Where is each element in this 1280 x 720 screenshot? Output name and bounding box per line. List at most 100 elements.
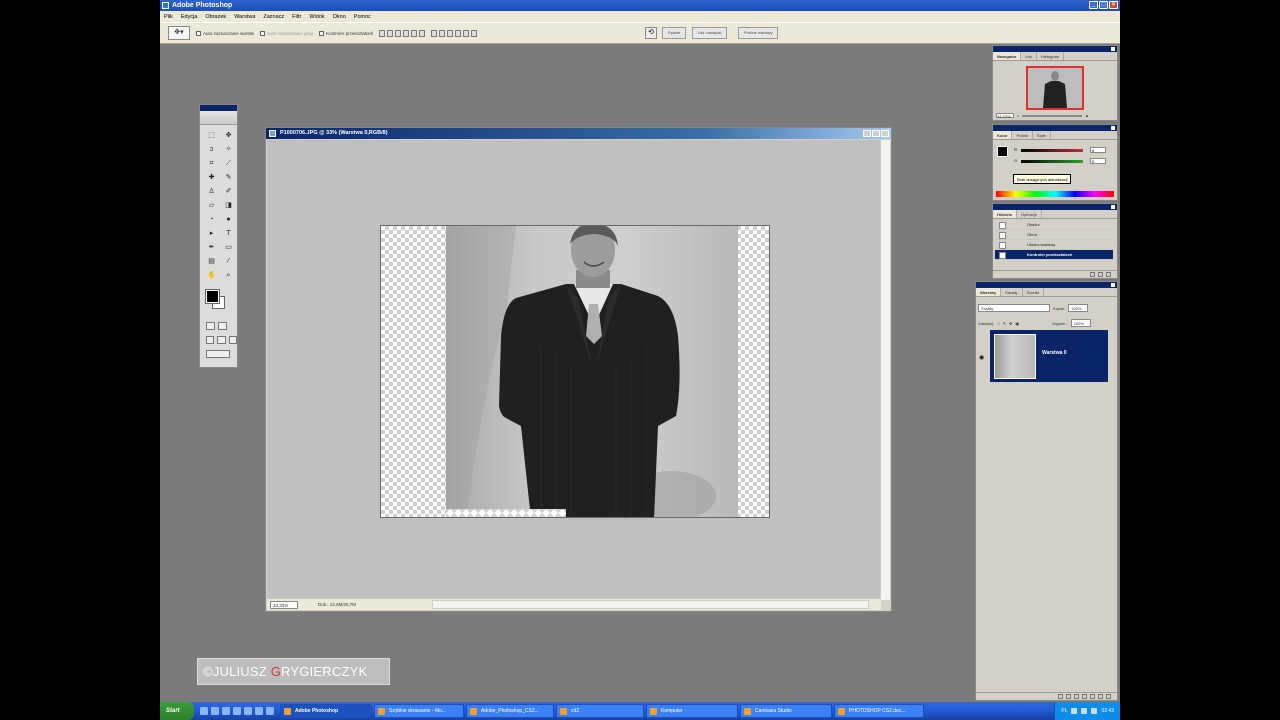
- lock-position-icon[interactable]: ✥: [1009, 321, 1012, 326]
- full-screen-icon[interactable]: [228, 336, 237, 344]
- history-item[interactable]: Obrót: [995, 230, 1113, 240]
- navigator-titlebar[interactable]: [993, 46, 1117, 52]
- navigator-zoom-field[interactable]: 33,33%: [996, 113, 1014, 119]
- close-icon[interactable]: [1111, 47, 1115, 51]
- blend-mode-select[interactable]: Zwykły: [978, 304, 1050, 312]
- imageready-icon[interactable]: [206, 350, 230, 358]
- tab-history[interactable]: Historia: [993, 210, 1017, 218]
- navigator-zoom-slider[interactable]: [1022, 114, 1083, 117]
- volume-icon[interactable]: [1091, 708, 1098, 714]
- dodge-tool-icon[interactable]: ●: [221, 213, 236, 226]
- navigator-thumbnail[interactable]: [1026, 66, 1084, 110]
- trash-icon[interactable]: [1106, 694, 1111, 699]
- dock-tab-brushes[interactable]: Pędzle: [662, 27, 687, 39]
- opacity-field[interactable]: 100%: [1068, 304, 1089, 312]
- dock-tab-layer-comps[interactable]: Próbne warstwy: [738, 27, 779, 39]
- go-to-bridge-icon[interactable]: ⟲: [645, 27, 657, 39]
- auto-select-checkbox[interactable]: Auto-zaznaczanie warstw: [196, 30, 254, 36]
- channel-r-slider[interactable]: [1021, 149, 1083, 152]
- new-layer-icon[interactable]: [1098, 694, 1103, 699]
- color-foreground-swatch[interactable]: [997, 146, 1008, 157]
- taskbar-item[interactable]: cd2: [556, 704, 644, 718]
- taskbar-item[interactable]: Adobe_Photoshop_CS2...: [466, 704, 554, 718]
- document-titlebar[interactable]: P1000706.JPG @ 33% (Warstwa 0,RGB/8): [266, 128, 891, 139]
- taskbar-item[interactable]: Komputer: [646, 704, 738, 718]
- distribute-buttons[interactable]: [431, 29, 478, 37]
- clone-stamp-tool-icon[interactable]: ♙: [204, 185, 219, 198]
- history-brush-tool-icon[interactable]: ✐: [221, 185, 236, 198]
- foreground-color-swatch[interactable]: [205, 289, 220, 304]
- gradient-tool-icon[interactable]: ◨: [221, 199, 236, 212]
- image-canvas[interactable]: [380, 225, 770, 518]
- healing-brush-tool-icon[interactable]: ✚: [204, 171, 219, 184]
- document-minimize-button[interactable]: [863, 130, 871, 137]
- show-transform-controls-checkbox[interactable]: Kontroler przekształceń: [319, 30, 373, 36]
- eyedropper-tool-icon[interactable]: ⁄: [221, 255, 236, 268]
- lock-image-icon[interactable]: ✎: [1003, 321, 1006, 326]
- magic-wand-tool-icon[interactable]: ✧: [221, 143, 236, 156]
- standard-screen-icon[interactable]: [206, 336, 215, 344]
- tab-navigator[interactable]: Nawigator: [993, 52, 1022, 60]
- close-icon[interactable]: [1111, 205, 1115, 209]
- toolbox-logo[interactable]: [200, 111, 237, 125]
- align-buttons[interactable]: [379, 29, 426, 37]
- eraser-tool-icon[interactable]: ▱: [204, 199, 219, 212]
- restore-button[interactable]: □: [1099, 1, 1108, 9]
- tab-color[interactable]: Kolor: [993, 131, 1013, 139]
- new-group-icon[interactable]: [1090, 694, 1095, 699]
- dock-tab-tool-presets[interactable]: Ust. narzędzi: [692, 27, 728, 39]
- history-item[interactable]: Otwórz: [995, 220, 1113, 230]
- zoom-level-field[interactable]: 33,33%: [270, 600, 298, 609]
- lasso-tool-icon[interactable]: ↄ: [204, 143, 219, 156]
- close-button[interactable]: ×: [1109, 1, 1118, 9]
- tab-info[interactable]: Info: [1021, 52, 1038, 60]
- taskbar-item[interactable]: Camtasia Studio: [740, 704, 832, 718]
- zoom-in-icon[interactable]: ▲: [1085, 113, 1089, 118]
- crop-tool-icon[interactable]: ⌗: [204, 157, 219, 170]
- app-icon[interactable]: [266, 707, 274, 715]
- menu-image[interactable]: Obrazek: [205, 14, 226, 20]
- lock-transparency-icon[interactable]: □: [997, 321, 999, 326]
- quick-mask-mode-icon[interactable]: [218, 322, 227, 330]
- eye-icon[interactable]: ◉: [979, 354, 984, 361]
- show-desktop-icon[interactable]: [200, 707, 208, 715]
- tab-histogram[interactable]: Histogram: [1037, 52, 1065, 60]
- tab-styles[interactable]: Style: [1033, 131, 1051, 139]
- menu-window[interactable]: Okno: [333, 14, 346, 20]
- lock-all-icon[interactable]: ▣: [1015, 321, 1019, 326]
- channel-g-value[interactable]: 0: [1090, 158, 1106, 164]
- channel-g-slider[interactable]: [1021, 160, 1083, 163]
- standard-mode-icon[interactable]: [206, 322, 215, 330]
- language-indicator[interactable]: PL: [1061, 708, 1067, 714]
- browser-icon[interactable]: [211, 707, 219, 715]
- taskbar-item[interactable]: Szybkie skrawanie - Mo...: [374, 704, 464, 718]
- layer-style-icon[interactable]: [1066, 694, 1071, 699]
- layer-row-selected[interactable]: Warstwa 0: [990, 330, 1108, 382]
- menu-edit[interactable]: Edycja: [181, 14, 198, 20]
- close-icon[interactable]: [1111, 283, 1115, 287]
- shape-tool-icon[interactable]: ▭: [221, 241, 236, 254]
- link-layers-icon[interactable]: [1058, 694, 1063, 699]
- history-titlebar[interactable]: [993, 204, 1117, 210]
- trash-icon[interactable]: [1106, 272, 1111, 277]
- menu-help[interactable]: Pomoc: [354, 14, 371, 20]
- history-item[interactable]: Utwórz warstwę: [995, 240, 1113, 250]
- channel-r-value[interactable]: 0: [1090, 147, 1106, 153]
- tab-actions[interactable]: Operacje: [1017, 210, 1043, 218]
- adjustment-layer-icon[interactable]: [1082, 694, 1087, 699]
- history-item-active[interactable]: Kontroler przekształceń: [995, 250, 1113, 260]
- pen-tool-icon[interactable]: ✒: [204, 241, 219, 254]
- tab-layers[interactable]: Warstwy: [976, 288, 1002, 296]
- tool-preset-picker[interactable]: ✥▾: [168, 26, 190, 40]
- color-ramp[interactable]: [996, 191, 1114, 197]
- start-button[interactable]: Start: [160, 702, 194, 720]
- menu-view[interactable]: Widok: [309, 14, 324, 20]
- new-snapshot-icon[interactable]: [1098, 272, 1103, 277]
- notes-tool-icon[interactable]: ▤: [204, 255, 219, 268]
- tab-channels[interactable]: Kanały: [1001, 288, 1023, 296]
- document-size-info[interactable]: Dok.: 14,0M/25,7M: [318, 602, 428, 607]
- media-icon[interactable]: [222, 707, 230, 715]
- type-tool-icon[interactable]: T: [221, 227, 236, 240]
- document-close-button[interactable]: [881, 130, 889, 137]
- hand-tool-icon[interactable]: ✋: [204, 269, 219, 282]
